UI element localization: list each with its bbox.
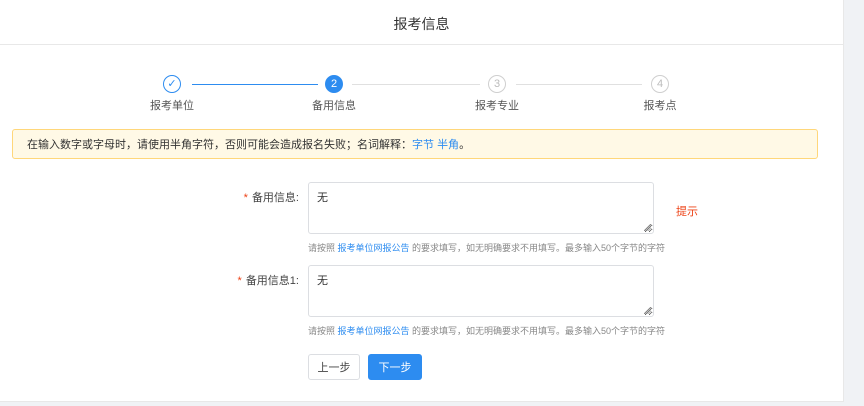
field-help: 请按照 报考单位网报公告 的要求填写，如无明确要求不用填写。最多输入50个字节的… xyxy=(308,241,665,254)
backup-info-1-textarea[interactable]: 无 xyxy=(308,265,654,317)
step-2-circle: 2 xyxy=(325,75,343,93)
steps-bar: ✓ 报考单位 2 备用信息 3 报考专业 4 报考点 xyxy=(0,72,843,116)
required-mark: * xyxy=(243,192,248,204)
backup-info-textarea[interactable]: 无 xyxy=(308,182,654,234)
field-help: 请按照 报考单位网报公告 的要求填写，如无明确要求不用填写。最多输入50个字节的… xyxy=(308,324,665,337)
step-4-label: 报考点 xyxy=(643,100,677,112)
help-suffix: 的要求填写，如无明确要求不用填写。最多输入50个字节的字符 xyxy=(409,243,666,253)
alert-end: 。 xyxy=(459,139,471,151)
field-label-text: 备用信息1: xyxy=(245,275,299,287)
step-1: ✓ 报考单位 xyxy=(132,72,212,113)
help-suffix: 的要求填写，如无明确要求不用填写。最多输入50个字节的字符 xyxy=(409,326,666,336)
field-label: * 备用信息: xyxy=(244,189,299,205)
step-3: 3 报考专业 xyxy=(457,72,537,113)
hint-link[interactable]: 提示 xyxy=(676,203,698,219)
step-2-label: 备用信息 xyxy=(312,100,356,112)
textarea-value: 无 xyxy=(317,275,328,287)
link-half-width[interactable]: 半角 xyxy=(437,139,459,151)
step-2: 2 备用信息 xyxy=(294,72,374,113)
step-3-circle: 3 xyxy=(488,75,506,93)
required-mark: * xyxy=(237,275,242,287)
resize-grip-icon[interactable] xyxy=(644,224,651,231)
resize-grip-icon[interactable] xyxy=(644,307,651,314)
help-link-announcement[interactable]: 报考单位网报公告 xyxy=(338,326,410,336)
step-1-label: 报考单位 xyxy=(150,100,194,112)
textarea-value: 无 xyxy=(317,192,328,204)
field-label: * 备用信息1: xyxy=(238,272,299,288)
step-4-circle: 4 xyxy=(651,75,669,93)
help-link-announcement[interactable]: 报考单位网报公告 xyxy=(338,243,410,253)
alert-text: 在输入数字或字母时，请使用半角字符，否则可能会造成报名失败；名词解释： xyxy=(27,139,412,151)
page-title: 报考信息 xyxy=(0,0,843,45)
step-3-label: 报考专业 xyxy=(475,100,519,112)
help-prefix: 请按照 xyxy=(308,243,338,253)
link-byte[interactable]: 字节 xyxy=(412,139,434,151)
next-step-button[interactable]: 下一步 xyxy=(368,354,422,380)
notice-alert: 在输入数字或字母时，请使用半角字符，否则可能会造成报名失败；名词解释：字节 半角… xyxy=(12,129,818,159)
step-1-check-icon: ✓ xyxy=(163,75,181,93)
main-card: 报考信息 ✓ 报考单位 2 备用信息 3 报考专业 4 报考点 在输入数字或字母… xyxy=(0,0,844,402)
prev-step-button[interactable]: 上一步 xyxy=(308,354,360,380)
help-prefix: 请按照 xyxy=(308,326,338,336)
step-4: 4 报考点 xyxy=(620,72,700,113)
field-label-text: 备用信息: xyxy=(251,192,299,204)
